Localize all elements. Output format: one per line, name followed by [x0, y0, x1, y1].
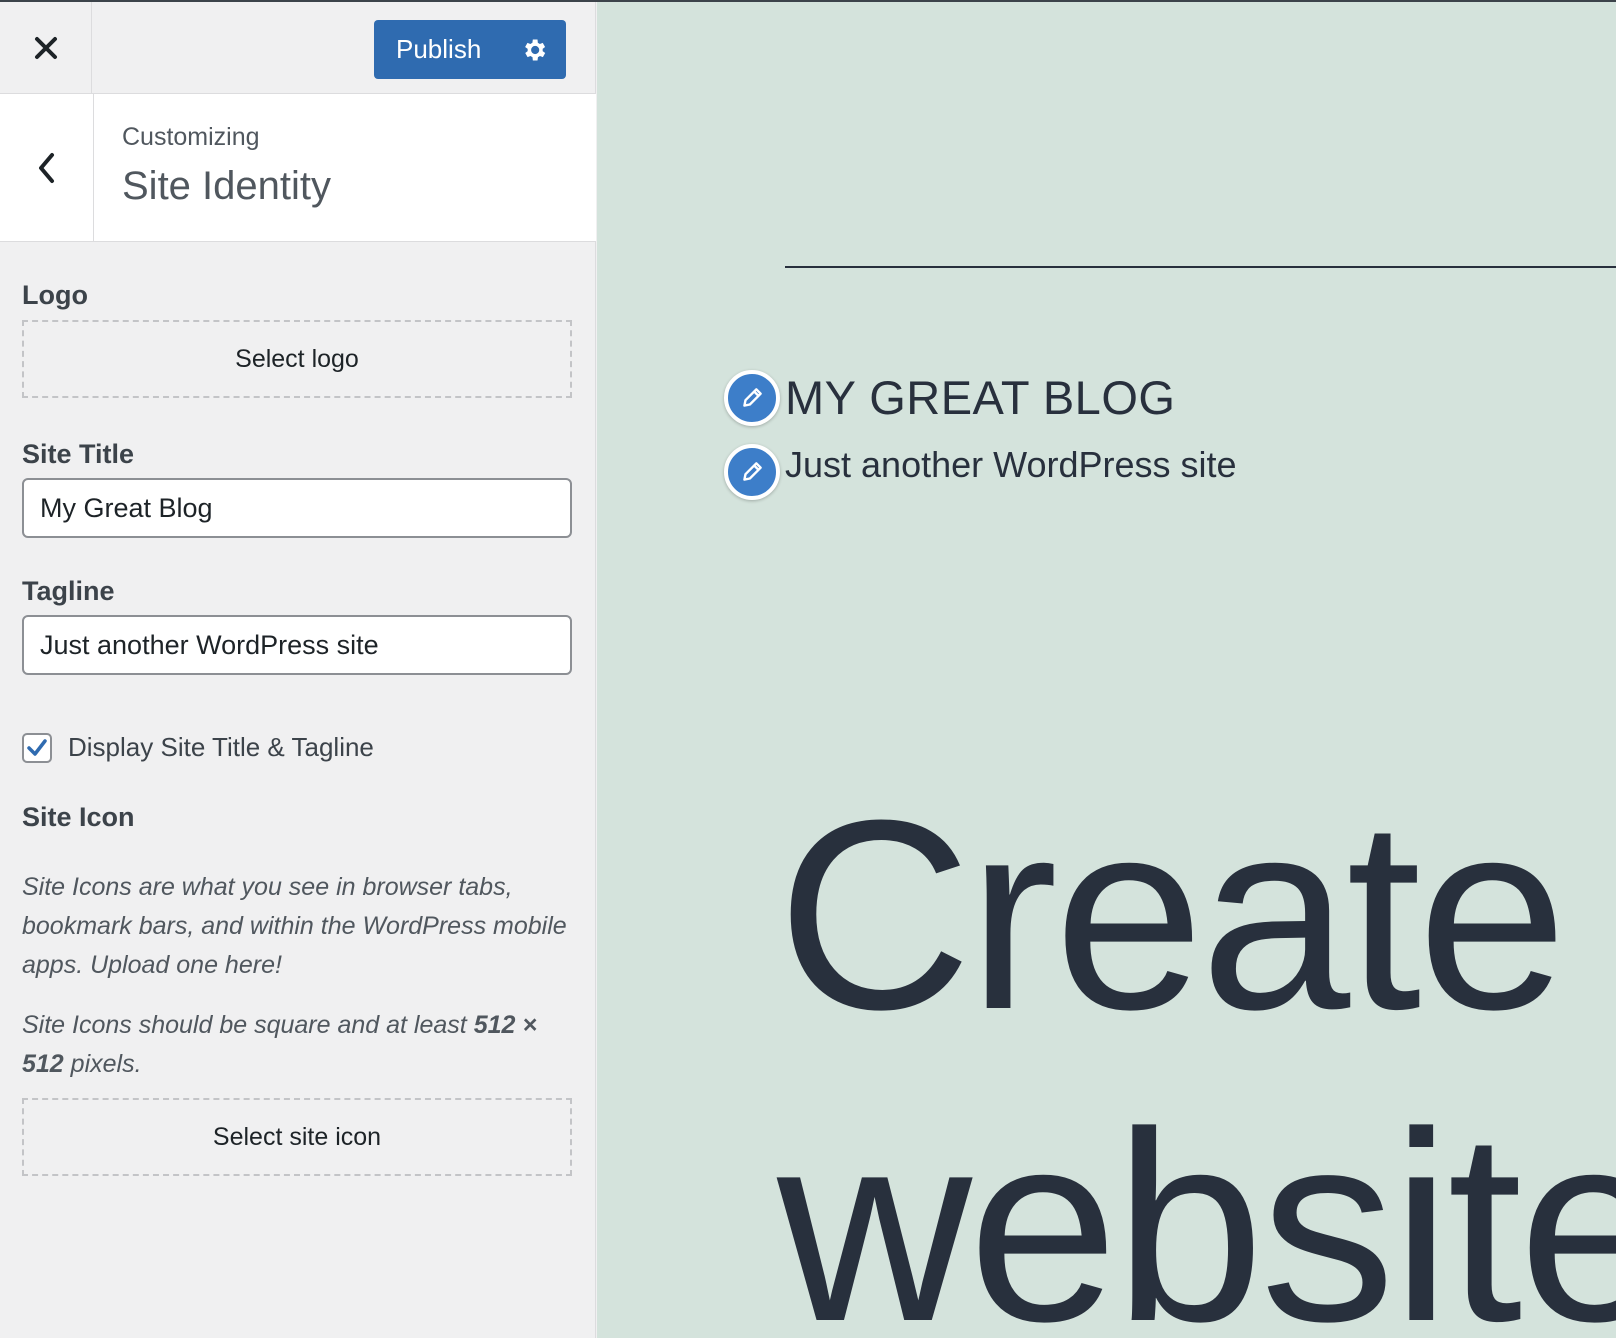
publish-settings-button[interactable] — [502, 20, 566, 79]
blog-tagline: Just another WordPress site — [785, 444, 1237, 485]
hero-line-1: Create — [777, 765, 1567, 1066]
site-preview: MY GREAT BLOG Just another WordPress sit… — [597, 2, 1616, 1338]
publish-button-group: Publish — [374, 20, 566, 79]
edit-tagline-button[interactable] — [724, 444, 780, 500]
gear-icon — [525, 39, 546, 60]
hero-heading: Create website — [777, 760, 1616, 1338]
tagline-input[interactable] — [22, 615, 572, 675]
size-note-prefix: Site Icons should be square and at least — [22, 1011, 474, 1039]
section-header: Customizing Site Identity — [0, 94, 596, 242]
checkmark-icon — [27, 738, 47, 756]
blog-title[interactable]: MY GREAT BLOG — [785, 370, 1175, 425]
display-title-tagline-row: Display Site Title & Tagline — [22, 732, 374, 763]
chevron-left-icon — [38, 152, 54, 183]
pencil-icon — [743, 462, 762, 481]
customizer-sidebar: Publish Customizing Site Identity Logo S… — [0, 2, 596, 1338]
site-icon-size-note: Site Icons should be square and at least… — [22, 1006, 582, 1084]
publish-button[interactable]: Publish — [374, 20, 502, 79]
header-separator — [785, 266, 1616, 268]
back-button[interactable] — [0, 94, 94, 241]
close-icon — [34, 36, 57, 59]
tagline-label: Tagline — [22, 576, 115, 606]
close-customizer-button[interactable] — [0, 2, 92, 93]
hero-line-2: website — [777, 1077, 1616, 1338]
site-icon-description: Site Icons are what you see in browser t… — [22, 873, 567, 979]
size-note-suffix: pixels. — [63, 1050, 142, 1078]
section-title: Site Identity — [122, 164, 332, 208]
logo-label: Logo — [22, 280, 88, 310]
select-logo-button[interactable]: Select logo — [22, 320, 572, 398]
display-title-tagline-checkbox[interactable] — [22, 732, 52, 763]
site-icon-label: Site Icon — [22, 802, 135, 832]
site-title-label: Site Title — [22, 439, 135, 469]
pencil-icon — [743, 388, 762, 407]
edit-title-button[interactable] — [724, 370, 780, 426]
customizer-header: Publish — [0, 2, 596, 94]
customizing-label: Customizing — [122, 123, 260, 151]
site-title-input[interactable] — [22, 478, 572, 538]
display-title-tagline-label: Display Site Title & Tagline — [68, 732, 374, 762]
select-site-icon-button[interactable]: Select site icon — [22, 1098, 572, 1176]
